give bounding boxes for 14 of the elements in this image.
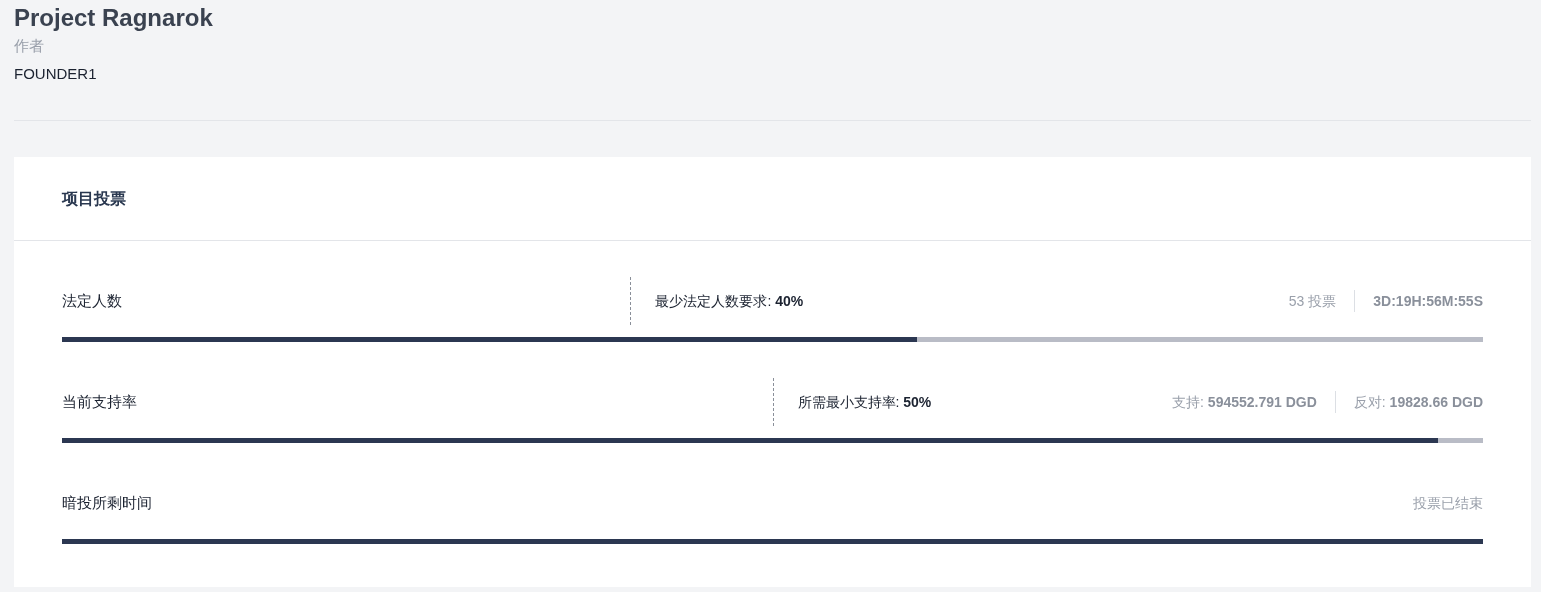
threshold-text: 所需最小支持率: 50% [797,392,932,412]
row-label: 暗投所剩时间 [62,492,152,513]
stat-text: 投票已结束 [1413,493,1483,513]
stat-text: 支持: 594552.791 DGD [1172,392,1317,412]
card-title: 项目投票 [62,188,126,209]
threshold-text: 最少法定人数要求: 40% [655,291,804,311]
stat-text: 反对: 19828.66 DGD [1353,392,1483,412]
author-name: FOUNDER1 [14,64,97,84]
row-label: 法定人数 [62,290,122,311]
stat-text: 53 投票 [1288,291,1337,311]
author-label: 作者 [14,36,44,56]
stat-text: 3D:19H:56M:55S [1373,291,1483,311]
project-title: Project Ragnarok [14,4,213,32]
row-label: 当前支持率 [62,391,137,412]
